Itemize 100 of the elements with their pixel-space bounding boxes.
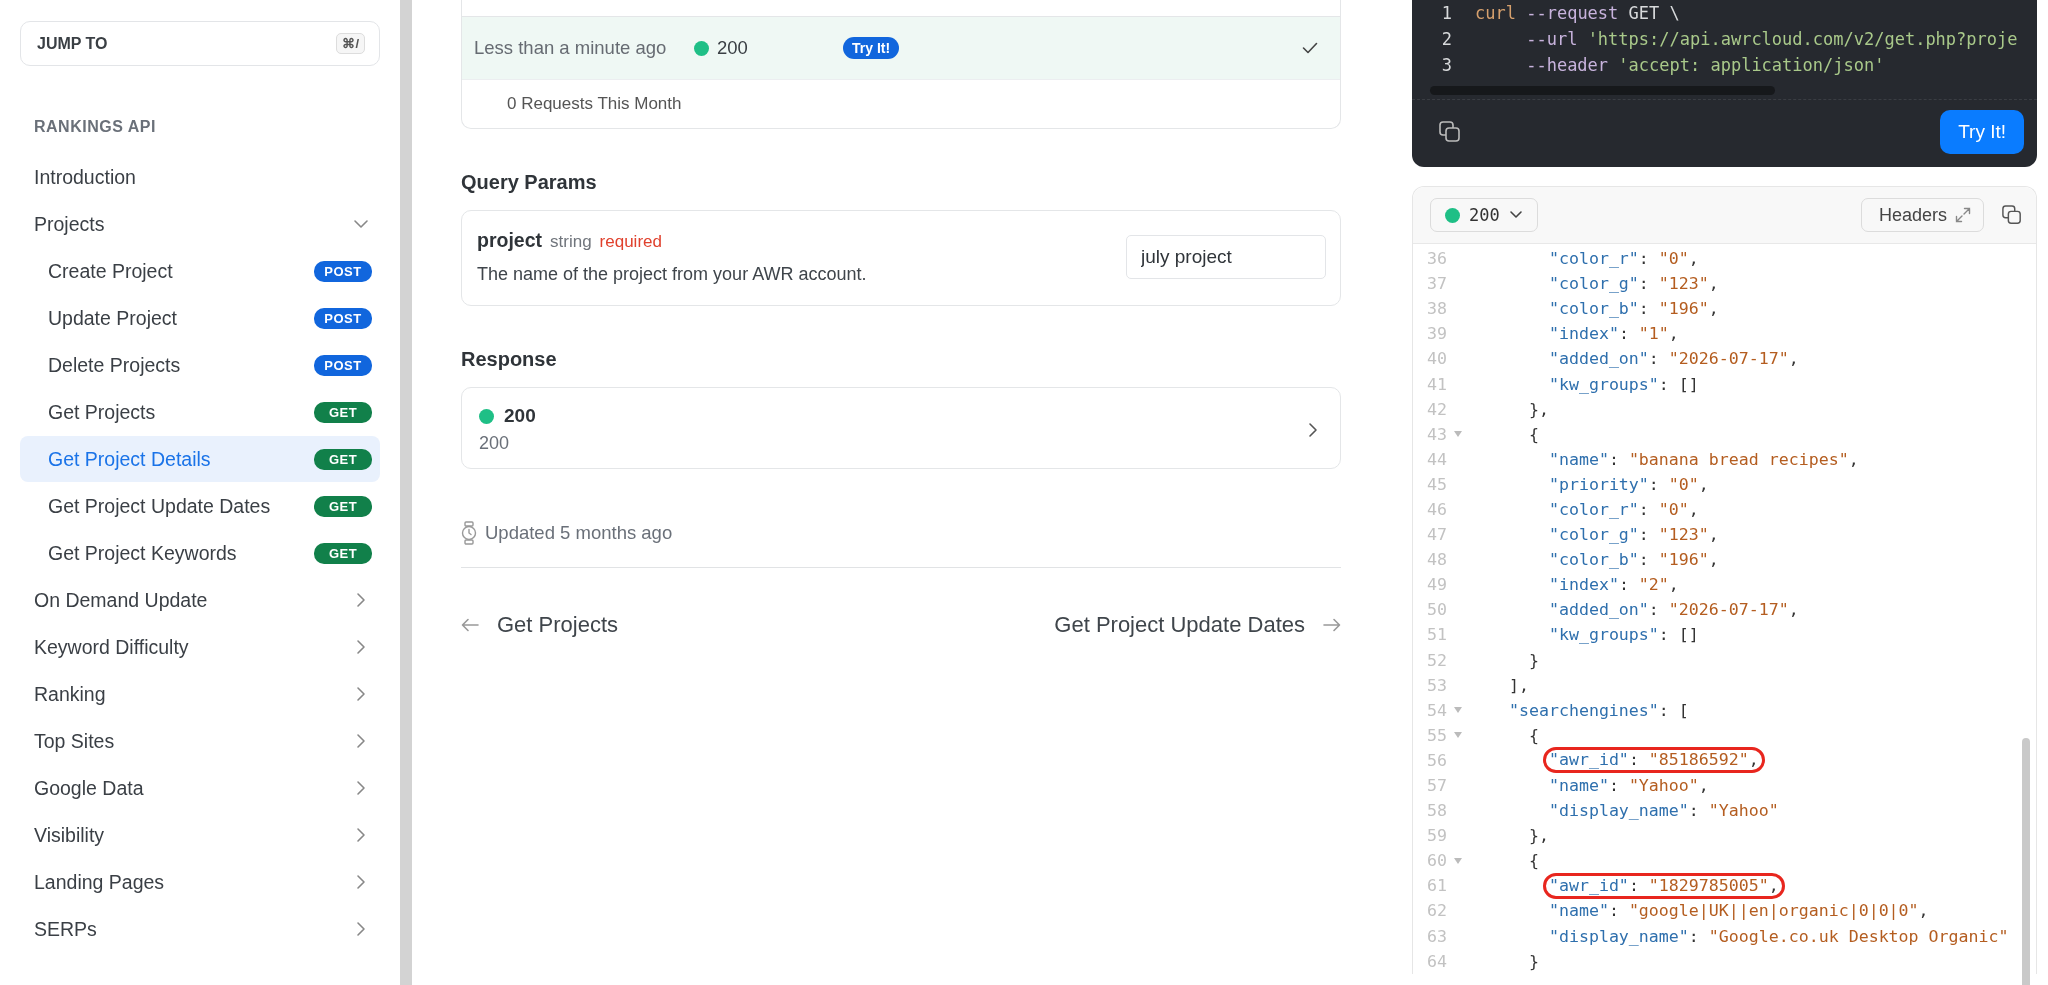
- code-line: curl --request GET \: [1475, 3, 1680, 23]
- status-dropdown[interactable]: 200: [1430, 198, 1538, 232]
- code-line: "name": "Yahoo",: [1548, 776, 1709, 795]
- line-number: 44: [1426, 449, 1447, 469]
- line-number: 60: [1426, 851, 1447, 871]
- code-line: {: [1528, 851, 1539, 871]
- sidebar-item[interactable]: Projects: [20, 201, 380, 247]
- line-number: 56: [1426, 750, 1447, 770]
- request-time: Less than a minute ago: [474, 37, 668, 59]
- section-title: RANKINGS API: [34, 118, 157, 136]
- copy-icon[interactable]: [2002, 205, 2022, 225]
- history-row[interactable]: Less than a minute ago 200 Try It!: [462, 17, 1340, 79]
- line-number: 45: [1426, 474, 1447, 494]
- sidebar-item[interactable]: Get Project Keywords GET: [20, 530, 380, 576]
- line-number: 64: [1426, 951, 1447, 971]
- chevron-icon: [356, 827, 366, 843]
- sidebar-item[interactable]: Get Projects GET: [20, 389, 380, 435]
- code-line: "color_r": "0",: [1548, 500, 1699, 519]
- code-line: "kw_groups": []: [1548, 625, 1699, 645]
- fold-arrow-icon[interactable]: [1454, 431, 1462, 438]
- copy-icon[interactable]: [1439, 121, 1461, 143]
- code-line: }: [1528, 951, 1539, 971]
- sidebar-item[interactable]: On Demand Update: [20, 577, 380, 623]
- code-line: "display_name": "Yahoo": [1548, 801, 1779, 821]
- arrow-right-icon: [1323, 618, 1341, 632]
- method-badge: GET: [314, 542, 372, 564]
- fold-arrow-icon[interactable]: [1454, 707, 1462, 714]
- sidebar-item[interactable]: Visibility: [20, 812, 380, 858]
- required-label: required: [599, 232, 662, 252]
- code-line: "color_b": "196",: [1548, 550, 1719, 570]
- line-number: 1: [1440, 3, 1452, 23]
- sidebar-item[interactable]: Landing Pages: [20, 859, 380, 905]
- chevron-icon: [356, 592, 366, 608]
- next-page-link[interactable]: Get Project Update Dates: [1054, 612, 1341, 638]
- watch-icon: [461, 521, 477, 545]
- code-line: "index": "2",: [1548, 575, 1679, 595]
- line-number: 50: [1426, 600, 1447, 620]
- chevron-icon: [356, 733, 366, 749]
- sidebar-item[interactable]: Create Project POST: [20, 248, 380, 294]
- code-line: "color_g": "123",: [1548, 525, 1719, 545]
- line-number: 52: [1426, 650, 1447, 670]
- scrollbar[interactable]: [2022, 738, 2030, 985]
- sidebar-item[interactable]: Delete Projects POST: [20, 342, 380, 388]
- code-line: "added_on": "2026-07-17",: [1548, 349, 1799, 369]
- line-number: 57: [1426, 776, 1447, 795]
- line-number: 55: [1426, 725, 1447, 745]
- line-number: 47: [1426, 525, 1447, 545]
- previous-page-link[interactable]: Get Projects: [461, 612, 619, 638]
- code-line: "color_r": "0",: [1548, 249, 1699, 269]
- chevron-icon: [1308, 421, 1318, 438]
- code-line: },: [1528, 826, 1549, 846]
- updated-label: Updated 5 months ago: [485, 522, 673, 544]
- line-number: 39: [1426, 324, 1447, 344]
- circled-code-line: "awr_id": "85186592",: [1542, 747, 1765, 774]
- sidebar-item[interactable]: Get Project Update Dates GET: [20, 483, 380, 529]
- chevron-down-icon: [1508, 210, 1523, 220]
- sidebar-item[interactable]: Keyword Difficulty: [20, 624, 380, 670]
- scrollbar[interactable]: [400, 0, 412, 985]
- sidebar-item[interactable]: SERPs: [20, 906, 380, 952]
- jump-to-search[interactable]: JUMP TO ⌘/: [20, 21, 380, 66]
- method-badge: POST: [314, 307, 372, 329]
- line-number: 40: [1426, 349, 1447, 369]
- line-number: 41: [1426, 374, 1447, 394]
- sidebar-item[interactable]: Google Data: [20, 765, 380, 811]
- chevron-icon: [356, 921, 366, 937]
- line-number: 58: [1426, 801, 1447, 821]
- method-badge: POST: [314, 354, 372, 376]
- line-number: 43: [1426, 424, 1447, 444]
- status-code: 200: [504, 405, 536, 427]
- param-input-field[interactable]: july project: [1126, 235, 1326, 279]
- sidebar-item[interactable]: Top Sites: [20, 718, 380, 764]
- line-number: 2: [1440, 29, 1452, 49]
- headers-button[interactable]: Headers: [1860, 198, 1984, 232]
- try-it-button[interactable]: Try It!: [1940, 110, 2024, 154]
- chevron-icon: [356, 639, 366, 655]
- code-line: "index": "1",: [1548, 324, 1679, 344]
- code-line: "color_b": "196",: [1548, 299, 1719, 319]
- line-number: 48: [1426, 550, 1447, 570]
- line-number: 49: [1426, 575, 1447, 595]
- sidebar-item[interactable]: Ranking: [20, 671, 380, 717]
- code-line: ],: [1508, 675, 1529, 695]
- sidebar-item[interactable]: Introduction: [20, 154, 380, 200]
- response-item[interactable]: 200 200: [461, 387, 1341, 469]
- fold-arrow-icon[interactable]: [1454, 857, 1462, 864]
- code-line: "name": "google|UK||en|organic|0|0|0",: [1548, 901, 1929, 921]
- method-badge: POST: [314, 260, 372, 282]
- line-number: 53: [1426, 675, 1447, 695]
- try-it-badge: Try It!: [843, 37, 900, 59]
- code-line: --header 'accept: application/json': [1525, 55, 1885, 75]
- line-number: 51: [1426, 625, 1447, 645]
- code-line: },: [1528, 399, 1549, 419]
- code-line: "name": "banana bread recipes",: [1548, 449, 1859, 469]
- sidebar-item[interactable]: Update Project POST: [20, 295, 380, 341]
- line-number: 42: [1426, 399, 1447, 419]
- code-line: "priority": "0",: [1548, 474, 1709, 494]
- code-line: "display_name": "Google.co.uk Desktop Organic": [1548, 926, 2009, 946]
- sidebar-item[interactable]: Get Project Details GET: [20, 436, 380, 482]
- fold-arrow-icon[interactable]: [1454, 732, 1462, 739]
- line-number: 46: [1426, 500, 1447, 519]
- code-line: "color_g": "123",: [1548, 274, 1719, 294]
